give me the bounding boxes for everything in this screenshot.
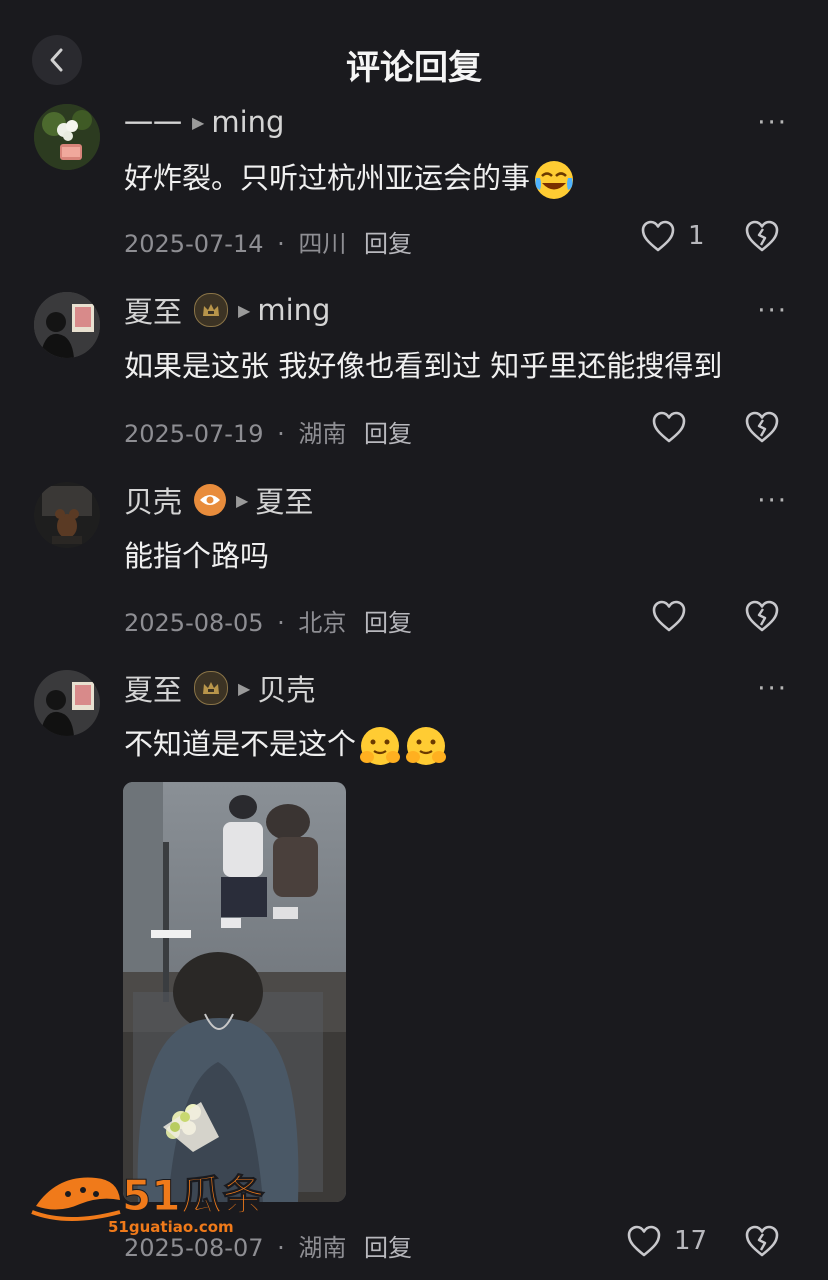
comment-author[interactable]: 一一 bbox=[124, 101, 182, 143]
comment-location: 四川 bbox=[298, 230, 347, 258]
reply-arrow-icon: ▶ bbox=[236, 490, 249, 510]
like-button[interactable]: 1 bbox=[640, 219, 705, 253]
comment-text: 好炸裂。只听过杭州亚运会的事 bbox=[124, 161, 531, 195]
reply-arrow-icon: ▶ bbox=[238, 678, 251, 698]
dislike-button[interactable] bbox=[744, 599, 780, 637]
reply-button[interactable]: 回复 bbox=[364, 609, 412, 637]
comment-meta: 2025-08-05 · 北京 回复 bbox=[124, 603, 412, 638]
comment-date: 2025-08-07 bbox=[124, 1234, 264, 1262]
avatar[interactable] bbox=[34, 292, 100, 358]
reply-to-user[interactable]: ming bbox=[257, 293, 330, 327]
hugging-face-emoji-icon bbox=[360, 727, 401, 765]
avatar[interactable] bbox=[34, 482, 100, 548]
comment-text: 如果是这张 我好像也看到过 知乎里还能搜得到 bbox=[124, 349, 723, 383]
comment-author[interactable]: 夏至 bbox=[124, 289, 182, 331]
comment-date: 2025-07-19 bbox=[124, 420, 264, 448]
dislike-button[interactable] bbox=[744, 219, 780, 257]
like-button[interactable] bbox=[651, 410, 699, 444]
comment-meta: 2025-07-14 · 四川 回复 bbox=[124, 224, 412, 259]
comment-image[interactable] bbox=[123, 782, 346, 1202]
like-button[interactable] bbox=[651, 599, 699, 633]
reply-to-user[interactable]: 贝壳 bbox=[257, 667, 315, 709]
laugh-cry-emoji-icon bbox=[535, 161, 574, 199]
comment-author-line: 夏至 ▶ 贝壳 bbox=[124, 668, 315, 708]
meta-separator: · bbox=[277, 420, 285, 448]
meta-separator: · bbox=[277, 1234, 285, 1262]
comment-text-line: 不知道是不是这个 bbox=[124, 724, 448, 768]
reply-button[interactable]: 回复 bbox=[364, 420, 412, 448]
reply-to-user[interactable]: ming bbox=[211, 105, 284, 139]
broken-heart-icon bbox=[745, 1225, 779, 1257]
comment-text: 不知道是不是这个 bbox=[124, 727, 357, 761]
like-count: 1 bbox=[688, 221, 705, 251]
crown-badge-icon bbox=[194, 671, 229, 705]
comment-author[interactable]: 夏至 bbox=[124, 667, 182, 709]
dislike-button[interactable] bbox=[744, 1224, 780, 1262]
broken-heart-icon bbox=[745, 600, 779, 632]
reply-button[interactable]: 回复 bbox=[364, 230, 412, 258]
meta-separator: · bbox=[277, 609, 285, 637]
comment-date: 2025-07-14 bbox=[124, 230, 264, 258]
heart-icon bbox=[652, 411, 686, 443]
broken-heart-icon bbox=[745, 220, 779, 252]
comment-text-line: 好炸裂。只听过杭州亚运会的事 bbox=[124, 158, 576, 202]
comment-meta: 2025-08-07 · 湖南 回复 bbox=[124, 1228, 412, 1263]
comment-author[interactable]: 贝壳 bbox=[124, 479, 182, 521]
crown-badge-icon bbox=[194, 293, 229, 327]
comment-author-line: 夏至 ▶ ming bbox=[124, 290, 330, 330]
heart-icon bbox=[627, 1225, 661, 1257]
comment-location: 湖南 bbox=[298, 420, 347, 448]
comment-meta: 2025-07-19 · 湖南 回复 bbox=[124, 414, 412, 449]
more-options-button[interactable]: ··· bbox=[757, 674, 788, 704]
broken-heart-icon bbox=[745, 411, 779, 443]
avatar[interactable] bbox=[34, 104, 100, 170]
comment-author-line: 贝壳 ▶ 夏至 bbox=[124, 480, 313, 520]
comment-text: 能指个路吗 bbox=[124, 539, 270, 573]
reply-to-user[interactable]: 夏至 bbox=[255, 479, 313, 521]
eye-badge-icon bbox=[194, 484, 227, 516]
hugging-face-emoji-icon bbox=[406, 727, 447, 765]
avatar[interactable] bbox=[34, 670, 100, 736]
heart-icon bbox=[641, 220, 675, 252]
more-options-button[interactable]: ··· bbox=[757, 296, 788, 326]
comment-author-line: 一一 ▶ ming bbox=[124, 102, 284, 142]
watermark-brand: 51瓜条 bbox=[122, 1171, 264, 1220]
comment-location: 湖南 bbox=[298, 1234, 347, 1262]
like-count: 17 bbox=[674, 1226, 708, 1256]
reply-arrow-icon: ▶ bbox=[192, 112, 205, 132]
heart-icon bbox=[652, 600, 686, 632]
comment-date: 2025-08-05 bbox=[124, 609, 264, 637]
reply-button[interactable]: 回复 bbox=[364, 1234, 412, 1262]
comment-location: 北京 bbox=[298, 609, 347, 637]
meta-separator: · bbox=[277, 230, 285, 258]
page-title: 评论回复 bbox=[346, 48, 482, 88]
like-button[interactable]: 17 bbox=[626, 1224, 707, 1258]
more-options-button[interactable]: ··· bbox=[757, 486, 788, 516]
reply-arrow-icon: ▶ bbox=[238, 300, 251, 320]
dislike-button[interactable] bbox=[744, 410, 780, 448]
more-options-button[interactable]: ··· bbox=[757, 108, 788, 138]
